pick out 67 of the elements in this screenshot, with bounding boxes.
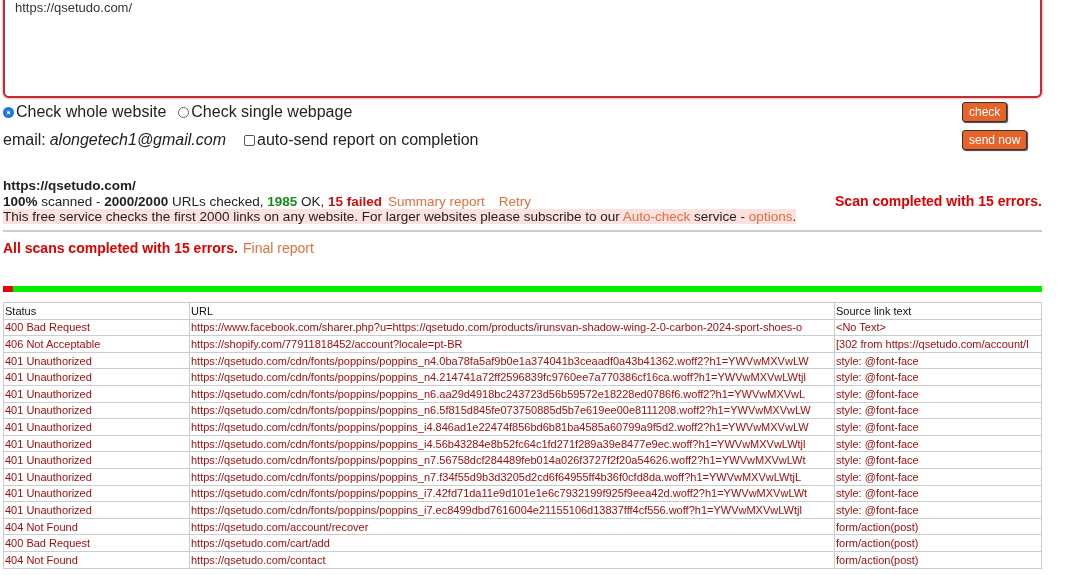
table-cell: style: @font-face	[834, 368, 1042, 386]
table-cell: [302 from https://qsetudo.com/account/l	[834, 335, 1042, 353]
checkbox-label[interactable]: auto-send report on completion	[257, 131, 479, 149]
table-cell: https://qsetudo.com/cdn/fonts/poppins/poppins_i4.846ad1e22474f856bd6b81ba4585a60799a9f5d2.woff2?h1=YWVwMXVwLW	[189, 418, 835, 436]
column-header: Source link text	[834, 302, 1042, 320]
summary-report-link[interactable]: Summary report	[388, 193, 485, 209]
radio-button[interactable]	[3, 106, 14, 118]
table-cell: https://qsetudo.com/cart/add	[189, 534, 835, 552]
table-cell: 401 Unauthorized	[3, 501, 190, 519]
column-header: Status	[3, 302, 190, 320]
table-cell: style: @font-face	[834, 435, 1042, 452]
table-cell: form/action(post)	[834, 551, 1042, 568]
all-scans-status: All scans completed with 15 errors.	[3, 240, 238, 256]
table-cell: 401 Unauthorized	[3, 485, 190, 502]
table-cell: 401 Unauthorized	[3, 402, 190, 419]
auto-check-link[interactable]: Auto-check	[622, 209, 691, 224]
table-cell: form/action(post)	[834, 534, 1042, 552]
table-cell: <No Text>	[834, 319, 1042, 336]
table-cell: https://www.facebook.com/sharer.php?u=https://qsetudo.com/products/irunsvan-shadow-wing-2-0-carbon-2024-sport-shoes-o	[189, 319, 835, 336]
final-report-link[interactable]: Final report	[243, 240, 314, 256]
table-cell: style: @font-face	[834, 451, 1042, 469]
table-cell: 401 Unauthorized	[3, 385, 190, 403]
table-cell: 400 Bad Request	[3, 319, 190, 336]
table-cell: https://qsetudo.com/account/recover	[189, 518, 835, 535]
table-cell: form/action(post)	[834, 518, 1042, 535]
checkbox[interactable]	[244, 134, 256, 146]
site-url: https://qsetudo.com/	[3, 178, 137, 193]
table-cell: 401 Unauthorized	[3, 352, 190, 369]
table-cell: https://qsetudo.com/cdn/fonts/poppins/poppins_i4.56b43284e8b52fc64c1fd271f289a39e8477e9ec.woff?h1=YWVwMXVwLWtjl	[189, 435, 835, 452]
table-cell: 401 Unauthorized	[3, 435, 190, 452]
table-cell: https://qsetudo.com/cdn/fonts/poppins/poppins_n7.56758dcf284489feb014a026f3727f2f20a54626.woff2?h1=YWVwMXVwLWt	[189, 451, 835, 469]
table-cell: https://shopify.com/77911818452/account?locale=pt-BR	[189, 335, 835, 353]
table-cell: style: @font-face	[834, 501, 1042, 519]
service-notice: This free service checks the first 2000 links on any website. For larger websites please subscribe to our Auto-check service - options.	[3, 209, 797, 224]
table-cell: style: @font-face	[834, 418, 1042, 436]
table-cell: 401 Unauthorized	[3, 418, 190, 436]
email-address: alongetech1@gmail.com	[49, 131, 227, 149]
retry-link[interactable]: Retry	[498, 193, 532, 209]
table-cell: https://qsetudo.com/cdn/fonts/poppins/poppins_i7.42fd71da11e9d101e1e6c7932199f925f9eea42d.woff2?h1=YWVwMXVwLWt	[189, 485, 835, 502]
table-cell: 406 Not Acceptable	[3, 335, 190, 353]
scan-status-text: 100% scanned - 2000/2000 URLs checked, 1985 OK, 15 failed	[3, 193, 383, 209]
column-header: URL	[189, 302, 835, 320]
table-cell: style: @font-face	[834, 385, 1042, 403]
table-cell: 401 Unauthorized	[3, 368, 190, 386]
table-cell: 404 Not Found	[3, 551, 190, 568]
email-label: email:	[3, 131, 46, 149]
table-cell: https://qsetudo.com/cdn/fonts/poppins/poppins_n4.0ba78fa5af9b0e1a374041b3ceaadf0a43b41362.woff2?h1=YWVwMXVwLW	[189, 352, 835, 369]
table-cell: https://qsetudo.com/cdn/fonts/poppins/poppins_n6.5f815d845fe073750885d5b7e619ee00e8111208.woff2?h1=YWVwMXVwLW	[189, 402, 835, 419]
url-input-field[interactable]: https://qsetudo.com/	[3, 0, 1042, 98]
radio-label[interactable]: Check single webpage	[191, 103, 353, 121]
table-cell: 401 Unauthorized	[3, 451, 190, 469]
table-cell: style: @font-face	[834, 485, 1042, 502]
table-cell: https://qsetudo.com/cdn/fonts/poppins/poppins_n4.214741a72ff2596839fc9760ee7a770386cf16ca.woff?h1=YWVwMXVwLWtjl	[189, 368, 835, 386]
table-cell: style: @font-face	[834, 352, 1042, 369]
table-cell: style: @font-face	[834, 402, 1042, 419]
table-cell: https://qsetudo.com/cdn/fonts/poppins/poppins_n6.aa29d4918bc243723d56b59572e18228ed0786f6.woff2?h1=YWVwMXVwL	[189, 385, 835, 403]
scan-result-text: Scan completed with 15 errors.	[835, 193, 1042, 209]
table-cell: https://qsetudo.com/contact	[189, 551, 835, 568]
table-cell: 404 Not Found	[3, 518, 190, 535]
table-cell: style: @font-face	[834, 468, 1042, 486]
table-cell: https://qsetudo.com/cdn/fonts/poppins/poppins_n7.f34f55d9b3d3205d2cd6f64955ff4b36f0cfd8da.woff?h1=YWVwMXVwLWtjL	[189, 468, 835, 486]
send-now-button[interactable]: send now	[962, 130, 1028, 150]
table-cell: 400 Bad Request	[3, 534, 190, 552]
table-cell: https://qsetudo.com/cdn/fonts/poppins/poppins_i7.ec8499dbd7616004e21155106d13837fff4cf556.woff?h1=YWVwMXVwLWtjl	[189, 501, 835, 519]
radio-label[interactable]: Check whole website	[16, 103, 167, 121]
table-cell: 401 Unauthorized	[3, 468, 190, 486]
check-button[interactable]: check	[962, 102, 1008, 122]
